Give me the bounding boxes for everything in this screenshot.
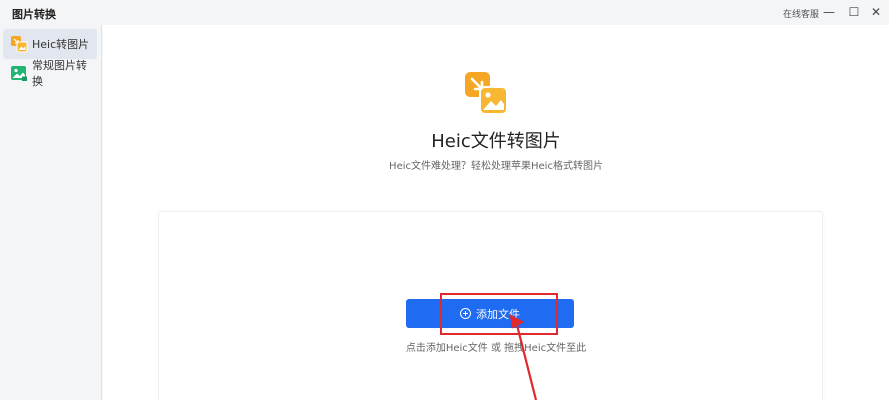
app-title: 图片转换 (12, 8, 56, 21)
sidebar-item-regular[interactable]: 常规图片转换 (3, 58, 97, 88)
main-panel: Heic文件转图片 Heic文件难处理？轻松处理苹果Heic格式转图片 添加文件… (103, 25, 889, 400)
image-convert-icon (11, 66, 27, 81)
app-window: 图片转换 在线客服 — ☐ ✕ Heic转图片 常规图片转换 Heic文件转图片… (0, 0, 889, 400)
heic-hero-icon (465, 72, 508, 115)
sidebar-item-label: 常规图片转换 (32, 59, 87, 88)
heic-convert-icon (11, 36, 28, 53)
close-button[interactable]: ✕ (867, 3, 885, 21)
title-bar: 图片转换 在线客服 — ☐ ✕ (0, 0, 889, 25)
maximize-button[interactable]: ☐ (845, 3, 863, 21)
minimize-button[interactable]: — (820, 3, 838, 21)
sidebar-item-heic[interactable]: Heic转图片 (3, 29, 97, 59)
sidebar-item-label: Heic转图片 (32, 38, 90, 51)
page-subtitle: Heic文件难处理？轻松处理苹果Heic格式转图片 (389, 161, 603, 172)
sidebar: Heic转图片 常规图片转换 (0, 25, 102, 400)
page-title: Heic文件转图片 (431, 131, 561, 152)
dropzone-hint: 点击添加Heic文件 或 拖拽Heic文件至此 (405, 343, 587, 354)
annotation-highlight-box (440, 293, 558, 335)
online-support-link[interactable]: 在线客服 (783, 7, 819, 20)
